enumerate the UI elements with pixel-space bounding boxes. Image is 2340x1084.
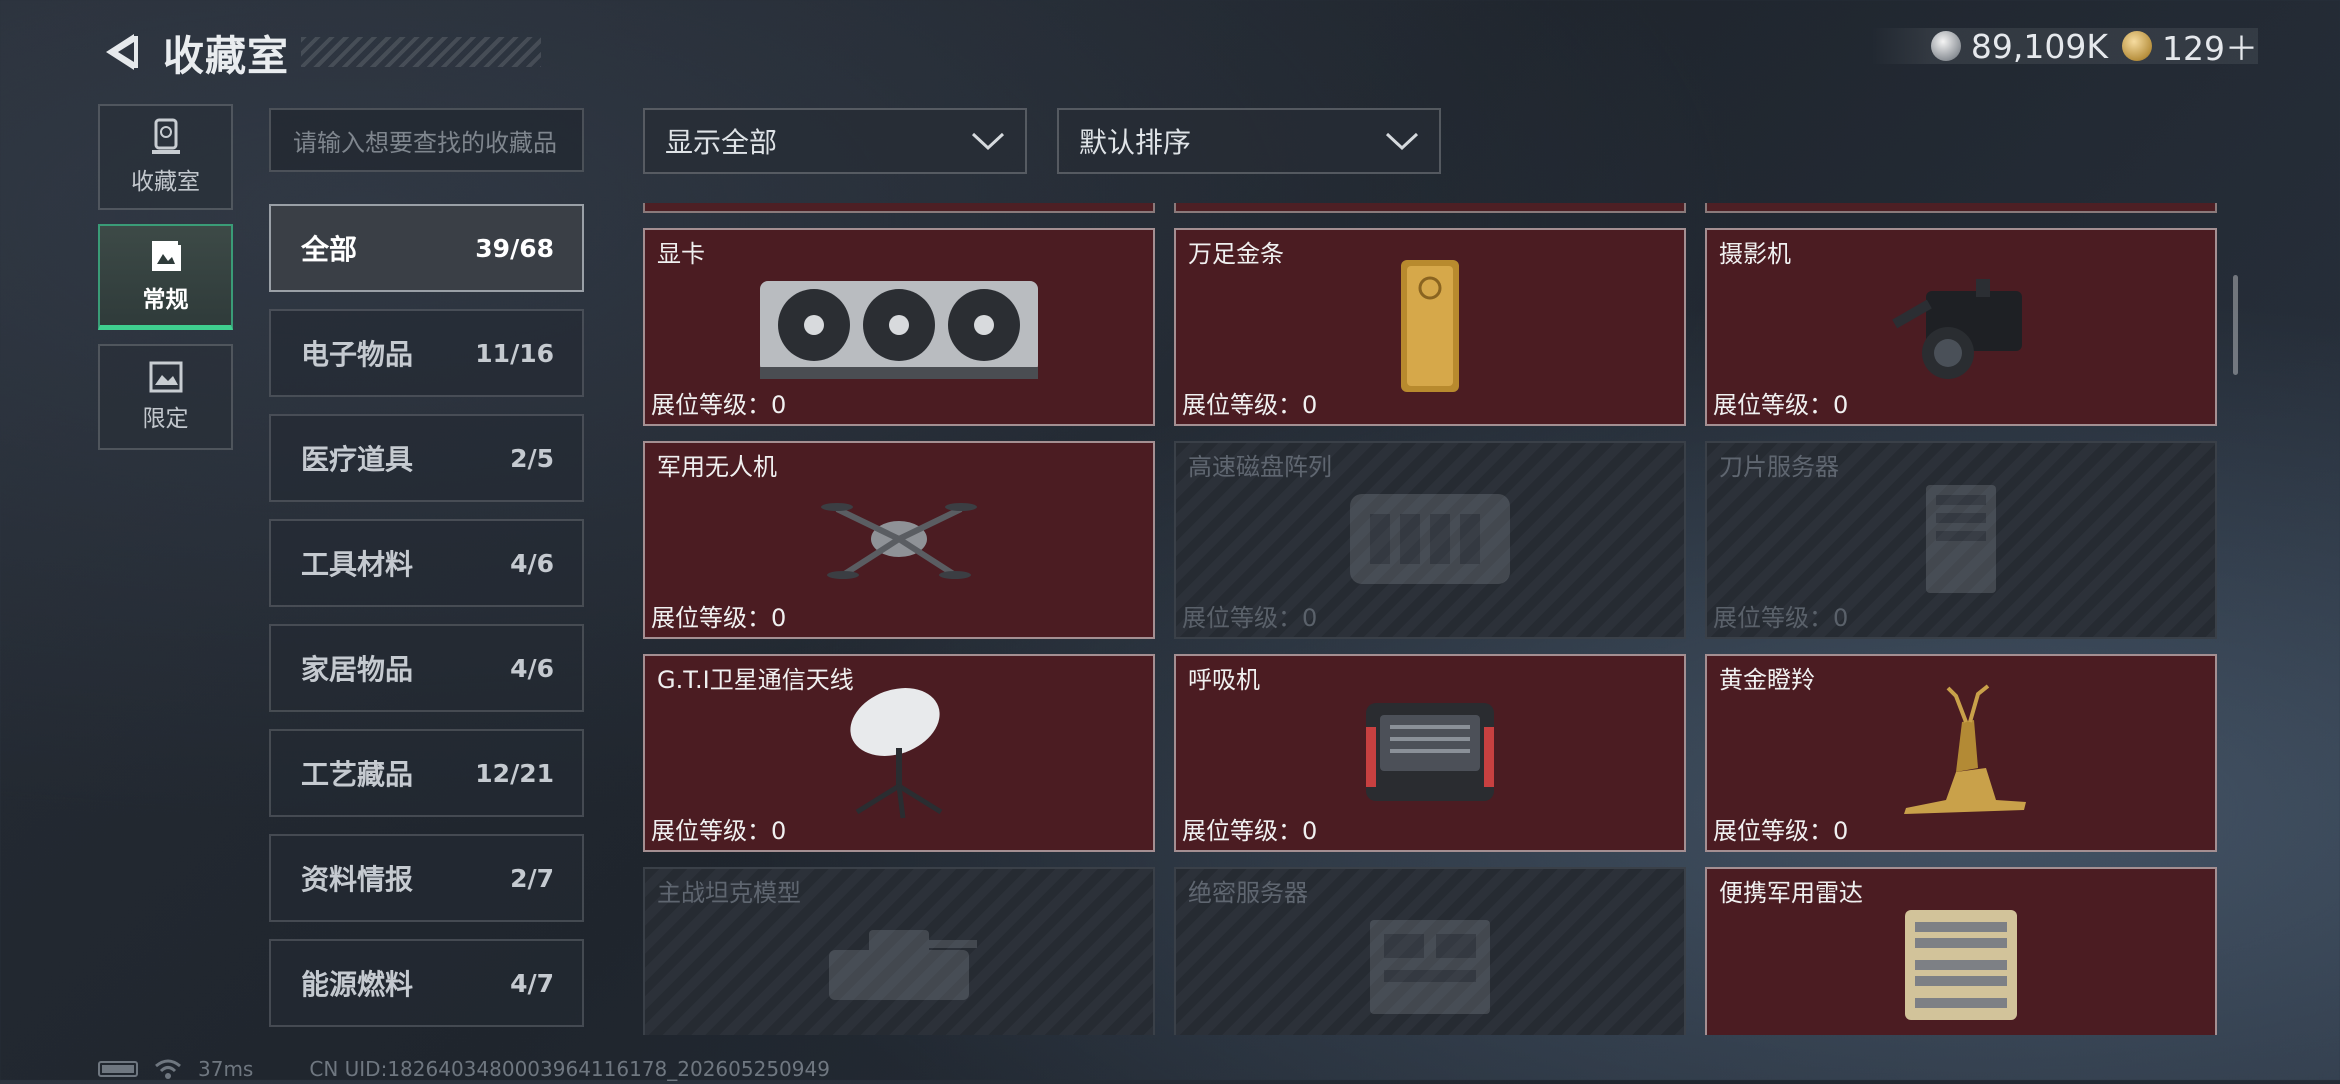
- category-count: 12/21: [475, 758, 554, 788]
- item-level: 展位等级：0: [1182, 391, 1318, 419]
- server-icon: [1176, 899, 1684, 1031]
- gold-coin-icon: [2122, 31, 2152, 61]
- graphics-card-icon: [645, 260, 1153, 392]
- collection-card-graphics-card[interactable]: 显卡 展位等级：0: [643, 228, 1155, 426]
- album-icon: [151, 240, 181, 271]
- category-count: 2/7: [510, 863, 554, 893]
- collection-card-top-secret-server[interactable]: 绝密服务器: [1174, 867, 1686, 1035]
- display-filter-value: 显示全部: [665, 126, 778, 159]
- category-name: 能源燃料: [301, 968, 414, 1001]
- page-title: 收藏室: [163, 32, 289, 80]
- currency-bar: 89,109K 129＋: [1870, 26, 2258, 68]
- drone-icon: [645, 473, 1153, 605]
- user-uid: CN UID:1826403480003964116178_2026052509…: [309, 1057, 830, 1081]
- item-level: 展位等级：0: [651, 391, 787, 419]
- silver-coin-icon: [1930, 31, 1961, 61]
- category-all[interactable]: 全部 39/68: [269, 204, 584, 292]
- category-name: 全部: [301, 233, 358, 266]
- category-count: 4/6: [510, 548, 554, 578]
- collection-card-gold-bar[interactable]: 万足金条 展位等级：0: [1174, 228, 1686, 426]
- collection-card-ventilator[interactable]: 呼吸机 展位等级：0: [1174, 654, 1686, 852]
- silver-currency: 89,109K: [1930, 26, 2108, 66]
- collection-grid: 显卡 展位等级：0 万足金条 展位等级：0 摄影机 展位等级：0 军用无人机 展…: [643, 203, 2218, 1035]
- category-list: 全部 39/68 电子物品 11/16 医疗道具 2/5 工具材料 4/6 家居…: [269, 204, 584, 1044]
- category-name: 工具材料: [301, 548, 414, 581]
- category-count: 39/68: [475, 233, 554, 263]
- search-placeholder: 请输入想要查找的收藏品: [293, 128, 557, 157]
- chevron-down-icon: [971, 132, 1005, 151]
- collection-card-military-drone[interactable]: 军用无人机 展位等级：0: [643, 441, 1155, 639]
- collection-card-disk-array[interactable]: 高速磁盘阵列 展位等级：0: [1174, 441, 1686, 639]
- golden-gazelle-icon: [1707, 684, 2215, 818]
- category-name: 电子物品: [301, 338, 414, 371]
- gold-bar-icon: [1176, 260, 1684, 392]
- item-level: 展位等级：0: [1713, 391, 1849, 419]
- battery-icon: [98, 1061, 138, 1077]
- gold-amount: 129＋: [2162, 29, 2258, 68]
- collection-card-golden-gazelle[interactable]: 黄金瞪羚 展位等级：0: [1705, 654, 2217, 852]
- side-tab-regular[interactable]: 常规: [98, 224, 233, 330]
- grid-scrollbar[interactable]: [2233, 275, 2238, 375]
- chevron-down-icon: [1385, 132, 1419, 151]
- disk-array-icon: [1176, 473, 1684, 605]
- silver-amount: 89,109K: [1970, 26, 2108, 66]
- video-camera-icon: [1707, 260, 2215, 392]
- previous-row-partial: [643, 203, 2218, 213]
- category-count: 2/5: [510, 443, 554, 473]
- display-filter-dropdown[interactable]: 显示全部: [643, 108, 1027, 174]
- sort-dropdown[interactable]: 默认排序: [1057, 108, 1441, 174]
- item-level: 展位等级：0: [1182, 604, 1318, 632]
- gold-currency[interactable]: 129＋: [2122, 22, 2258, 70]
- side-tab-collection-room[interactable]: 收藏室: [98, 104, 233, 210]
- trophy-icon: [151, 118, 180, 154]
- title-decoration: [301, 37, 541, 67]
- top-bar: 收藏室: [95, 22, 541, 82]
- item-level: 展位等级：0: [1713, 604, 1849, 632]
- side-tab-label: 收藏室: [131, 169, 200, 195]
- item-level: 展位等级：0: [1713, 817, 1849, 845]
- category-medical[interactable]: 医疗道具 2/5: [269, 414, 584, 502]
- search-input[interactable]: 请输入想要查找的收藏品: [269, 108, 584, 172]
- category-name: 资料情报: [301, 863, 414, 896]
- side-tab-label: 限定: [142, 406, 189, 432]
- blade-server-icon: [1707, 473, 2215, 605]
- side-tab-label: 常规: [142, 286, 189, 313]
- category-tools[interactable]: 工具材料 4/6: [269, 519, 584, 607]
- ventilator-icon: [1176, 686, 1684, 818]
- radar-icon: [1707, 899, 2215, 1031]
- image-icon: [149, 361, 182, 393]
- item-level: 展位等级：0: [651, 817, 787, 845]
- category-name: 工艺藏品: [301, 758, 414, 791]
- back-arrow-icon[interactable]: [95, 27, 145, 77]
- item-level: 展位等级：0: [651, 604, 787, 632]
- collection-card-satellite-antenna[interactable]: G.T.I卫星通信天线 展位等级：0: [643, 654, 1155, 852]
- category-count: 4/6: [510, 653, 554, 683]
- category-name: 医疗道具: [301, 443, 414, 476]
- tank-model-icon: [645, 899, 1153, 1031]
- collection-card-tank-model[interactable]: 主战坦克模型: [643, 867, 1155, 1035]
- category-intel[interactable]: 资料情报 2/7: [269, 834, 584, 922]
- wifi-icon: [155, 1059, 181, 1079]
- category-count: 11/16: [475, 338, 554, 368]
- item-level: 展位等级：0: [1182, 817, 1318, 845]
- category-electronics[interactable]: 电子物品 11/16: [269, 309, 584, 397]
- side-tabs: 收藏室 常规 限定: [98, 104, 233, 464]
- ping-value: 37ms: [198, 1057, 254, 1081]
- collection-card-video-camera[interactable]: 摄影机 展位等级：0: [1705, 228, 2217, 426]
- side-tab-limited[interactable]: 限定: [98, 344, 233, 450]
- category-crafts[interactable]: 工艺藏品 12/21: [269, 729, 584, 817]
- sort-value: 默认排序: [1079, 126, 1192, 159]
- category-household[interactable]: 家居物品 4/6: [269, 624, 584, 712]
- collection-card-blade-server[interactable]: 刀片服务器 展位等级：0: [1705, 441, 2217, 639]
- satellite-dish-icon: [645, 686, 1153, 819]
- category-name: 家居物品: [301, 653, 414, 686]
- category-count: 4/7: [510, 968, 554, 998]
- collection-card-portable-radar[interactable]: 便携军用雷达: [1705, 867, 2217, 1035]
- category-energy[interactable]: 能源燃料 4/7: [269, 939, 584, 1027]
